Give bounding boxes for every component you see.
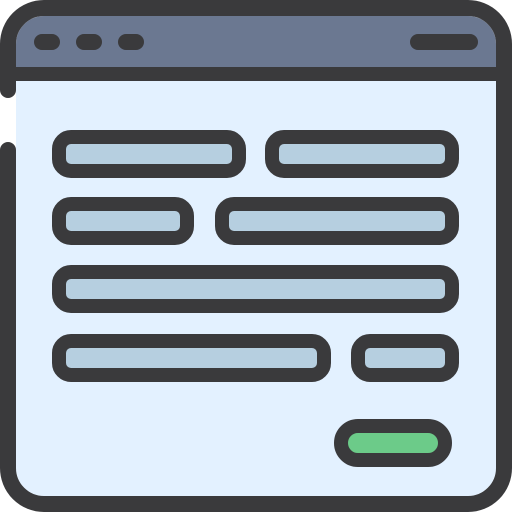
form-field-r1-c1[interactable] (52, 130, 246, 178)
control-dot-2[interactable] (76, 34, 102, 50)
form-field-r1-c2[interactable] (265, 130, 459, 178)
form-field-r4-c1[interactable] (52, 334, 331, 382)
form-field-r2-c1[interactable] (52, 197, 194, 245)
form-window-illustration (0, 0, 512, 512)
form-field-r4-c2[interactable] (351, 334, 459, 382)
control-dot-3[interactable] (118, 34, 144, 50)
form-field-r3-c1[interactable] (52, 265, 459, 313)
titlebar-menu-bar[interactable] (410, 34, 478, 50)
control-dot-1[interactable] (34, 34, 60, 50)
browser-window-icon (0, 0, 512, 512)
form-field-r2-c2[interactable] (215, 197, 459, 245)
submit-button[interactable] (334, 419, 452, 467)
